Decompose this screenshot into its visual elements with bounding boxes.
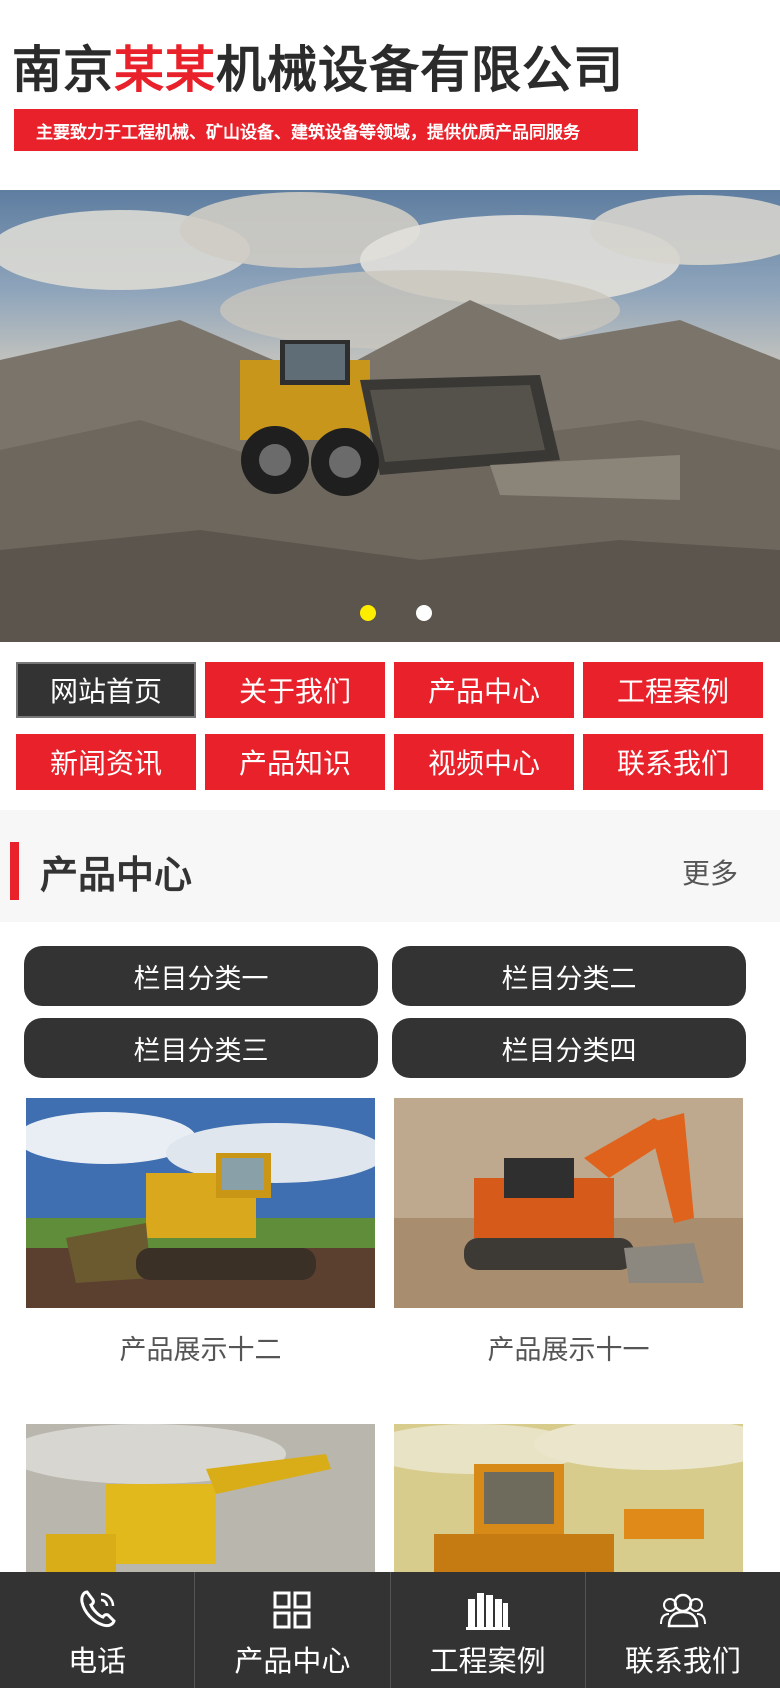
nav-home[interactable]: 网站首页 xyxy=(16,662,196,718)
users-icon xyxy=(659,1588,706,1632)
nav-contact[interactable]: 联系我们 xyxy=(583,734,763,790)
slogan-banner: 主要致力于工程机械、矿山设备、建筑设备等领域，提供优质产品同服务 xyxy=(14,109,638,151)
product-image-bulldozer[interactable] xyxy=(26,1098,375,1308)
footer-label: 工程案例 xyxy=(429,1644,546,1678)
product-name[interactable]: 产品展示十一 xyxy=(394,1328,743,1367)
title-accent: 某某 xyxy=(114,41,216,99)
more-link[interactable]: 更多 xyxy=(682,852,738,892)
title-part-1: 南京 xyxy=(12,41,114,99)
section-title: 产品中心 xyxy=(40,853,193,897)
hero-image-wheel-loader xyxy=(0,192,780,642)
footer-label: 电话 xyxy=(68,1644,127,1678)
carousel-dot-2[interactable] xyxy=(416,605,432,621)
category-1-button[interactable]: 栏目分类一 xyxy=(24,946,378,1006)
product-card[interactable]: 产品展示十二 xyxy=(26,1098,375,1367)
carousel-indicators xyxy=(0,605,780,625)
category-2-button[interactable]: 栏目分类二 xyxy=(392,946,746,1006)
footer-products-button[interactable]: 产品中心 xyxy=(195,1572,391,1688)
footer-phone-button[interactable]: 电话 xyxy=(0,1572,196,1688)
grid-icon xyxy=(272,1588,312,1632)
nav-cases[interactable]: 工程案例 xyxy=(583,662,763,718)
footer-contact-button[interactable]: 联系我们 xyxy=(586,1572,780,1688)
site-header: 南京 某某 机械设备有限公司 主要致力于工程机械、矿山设备、建筑设备等领域，提供优质… xyxy=(0,0,780,190)
category-4-button[interactable]: 栏目分类四 xyxy=(392,1018,746,1078)
books-icon xyxy=(465,1588,510,1632)
title-part-2: 机械设备有限公司 xyxy=(216,41,624,99)
section-accent-bar xyxy=(10,842,19,900)
nav-products[interactable]: 产品中心 xyxy=(394,662,574,718)
phone-icon xyxy=(75,1588,119,1632)
product-card[interactable]: 产品展示十一 xyxy=(394,1098,743,1367)
bottom-tab-bar: 电话 产品中心 工程案例 联系我们 xyxy=(0,1572,780,1688)
company-logo-title[interactable]: 南京 某某 机械设备有限公司 xyxy=(12,40,624,100)
nav-about[interactable]: 关于我们 xyxy=(205,662,385,718)
footer-cases-button[interactable]: 工程案例 xyxy=(391,1572,586,1688)
nav-video[interactable]: 视频中心 xyxy=(394,734,574,790)
product-section-header: 产品中心 更多 xyxy=(0,810,780,922)
footer-label: 联系我们 xyxy=(624,1644,741,1678)
category-3-button[interactable]: 栏目分类三 xyxy=(24,1018,378,1078)
product-name[interactable]: 产品展示十二 xyxy=(26,1328,375,1367)
footer-label: 产品中心 xyxy=(234,1644,351,1678)
category-tabs: 栏目分类一 栏目分类二 栏目分类三 栏目分类四 xyxy=(24,946,746,1078)
product-image-excavator[interactable] xyxy=(394,1098,743,1308)
carousel-dot-1[interactable] xyxy=(360,605,376,621)
nav-news[interactable]: 新闻资讯 xyxy=(16,734,196,790)
nav-knowledge[interactable]: 产品知识 xyxy=(205,734,385,790)
hero-carousel[interactable] xyxy=(0,190,780,642)
main-nav: 网站首页 关于我们 产品中心 工程案例 新闻资讯 产品知识 视频中心 联系我们 xyxy=(16,662,764,790)
